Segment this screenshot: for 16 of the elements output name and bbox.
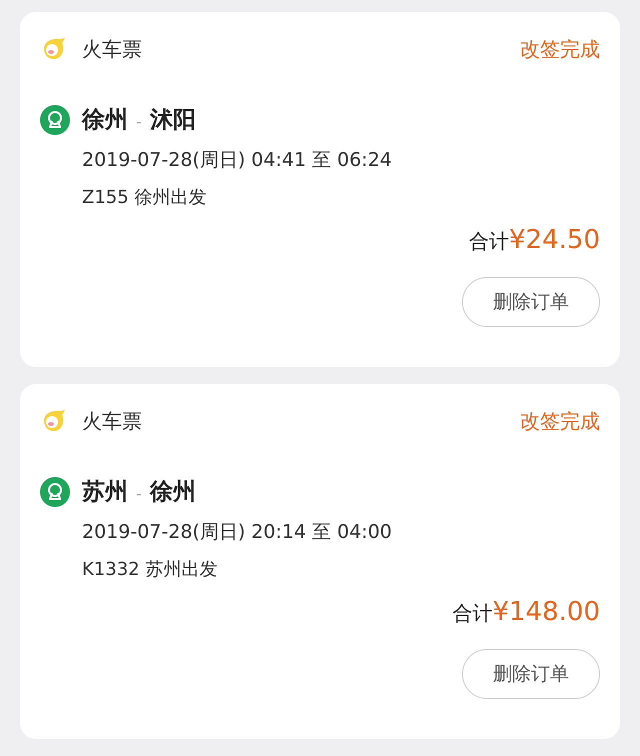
order-total: 合计¥148.00 — [452, 597, 600, 627]
delete-order-button[interactable]: 删除订单 — [462, 649, 600, 699]
delete-order-button[interactable]: 删除订单 — [462, 277, 600, 327]
train-info: K1332 苏州出发 — [82, 558, 218, 581]
trip-datetime: 2019-07-28(周日) 20:14 至 04:00 — [82, 520, 393, 545]
train-info: Z155 徐州出发 — [82, 186, 208, 209]
route-title: 徐州 - 沭阳 — [82, 106, 196, 135]
category-label: 火车票 — [82, 36, 142, 62]
railway-logo-icon — [40, 104, 70, 134]
route-title: 苏州 - 徐州 — [82, 478, 196, 507]
trip-datetime: 2019-07-28(周日) 04:41 至 06:24 — [82, 148, 393, 173]
order-status: 改签完成 — [520, 36, 600, 62]
category-label: 火车票 — [82, 408, 142, 434]
order-status: 改签完成 — [520, 408, 600, 434]
railway-logo-icon — [40, 476, 70, 506]
order-total: 合计¥24.50 — [469, 225, 600, 255]
